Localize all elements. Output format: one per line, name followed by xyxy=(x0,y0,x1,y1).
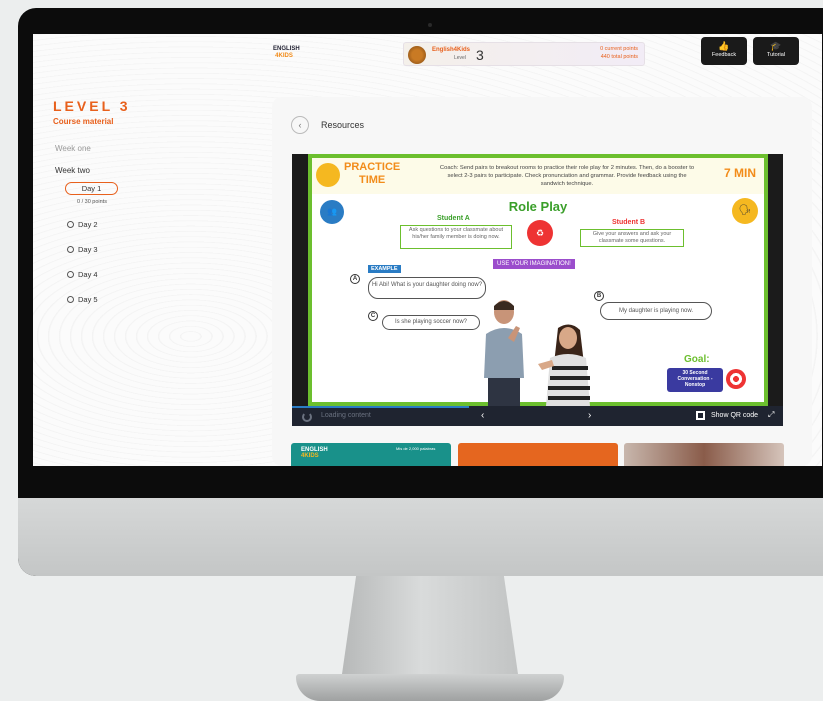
radio-icon xyxy=(67,246,74,253)
monitor-chin xyxy=(18,498,823,576)
expand-icon[interactable]: ⤢ xyxy=(768,410,774,420)
goal-label: Goal: xyxy=(684,354,710,365)
thumbs-up-icon: 👍 xyxy=(718,41,730,51)
chat-icon: ♻ xyxy=(527,220,553,246)
resources-title: Resources xyxy=(321,120,365,130)
day-label: Day 5 xyxy=(78,295,98,304)
camera-dot xyxy=(428,23,432,27)
logo-line1: ENGLISH xyxy=(273,46,300,52)
letter-b: B xyxy=(594,291,604,301)
speech-bubble-a: Hi Abi! What is your daughter doing now? xyxy=(368,277,486,299)
tutorial-label: Tutorial xyxy=(766,52,786,58)
woman-photo xyxy=(538,324,590,406)
slide-viewer: PRACTICE TIME Coach: Send pairs to break… xyxy=(292,154,783,426)
slide-controls: Loading content ‹ › Show QR code ⤢ xyxy=(292,406,783,426)
slide-title: Role Play xyxy=(508,199,568,214)
loading-text: Loading content xyxy=(321,412,371,419)
letter-a: A xyxy=(350,274,360,284)
monitor-stand xyxy=(342,576,518,674)
brand-name: English4Kids xyxy=(432,47,471,53)
level-title: LEVEL 3 xyxy=(53,98,131,114)
points-bar: English4Kids Level 3 0 current points 44… xyxy=(403,42,645,66)
student-a-label: Student A xyxy=(437,215,470,222)
logo[interactable]: ENGLISH 4KIDS xyxy=(273,46,300,60)
speech-bubble-b: My daughter is playing now. xyxy=(600,302,712,320)
student-a-task: Ask questions to your classmate about hi… xyxy=(400,225,512,249)
loading-spinner-icon xyxy=(302,412,312,422)
total-points: 440 total points xyxy=(600,54,638,60)
coach-instructions: Coach: Send pairs to breakout rooms to p… xyxy=(439,165,695,187)
back-button[interactable]: ‹ xyxy=(291,116,309,134)
radio-icon xyxy=(67,221,74,228)
chevron-left-icon: ‹ xyxy=(298,120,302,130)
minutes-label: 7 MIN xyxy=(723,166,756,180)
day-3-item[interactable]: Day 3 xyxy=(67,245,98,254)
day-1-button[interactable]: Day 1 xyxy=(65,182,118,195)
avatar-icon xyxy=(408,46,426,64)
day-label: Day 4 xyxy=(78,270,98,279)
example-tag: EXAMPLE xyxy=(368,265,401,273)
day-label: Day 2 xyxy=(78,220,98,229)
speech-bubble-c: Is she playing soccer now? xyxy=(382,315,480,330)
day-5-item[interactable]: Day 5 xyxy=(67,295,98,304)
resource-thumbnail-3[interactable] xyxy=(624,443,784,466)
radio-icon xyxy=(67,296,74,303)
monitor-base xyxy=(296,674,564,701)
current-points: 0 current points xyxy=(600,46,638,52)
show-qr-code-button[interactable]: Show QR code xyxy=(711,412,758,419)
man-photo xyxy=(484,300,524,406)
graduation-cap-icon: 🎓 xyxy=(770,41,782,51)
week-two-item[interactable]: Week two xyxy=(55,166,90,175)
resource-thumbnail-2[interactable] xyxy=(458,443,618,466)
top-bar: ENGLISH 4KIDS English4Kids Level 3 0 cur… xyxy=(33,34,822,76)
logo-line2: 4KIDS xyxy=(275,53,293,59)
tutorial-button[interactable]: 🎓 Tutorial xyxy=(753,37,799,65)
week-one-item[interactable]: Week one xyxy=(55,144,91,153)
level-number: 3 xyxy=(476,47,484,63)
screen: ENGLISH 4KIDS English4Kids Level 3 0 cur… xyxy=(33,34,822,466)
day-1-points: 0 / 30 points xyxy=(77,199,107,205)
day-4-item[interactable]: Day 4 xyxy=(67,270,98,279)
slide-content: PRACTICE TIME Coach: Send pairs to break… xyxy=(308,154,768,406)
goal-text: 30 Second Conversation - Nonstop xyxy=(667,368,723,392)
megaphone-icon xyxy=(316,163,340,187)
thumbnail-caption: Mis de 2,000 palabras xyxy=(396,446,436,451)
student-b-task: Give your answers and ask your classmate… xyxy=(580,229,684,247)
thumbnail-logo: ENGLISH 4KIDS xyxy=(301,447,328,459)
practice-line2: TIME xyxy=(358,174,386,186)
letter-c: C xyxy=(368,311,378,321)
next-slide-button[interactable]: › xyxy=(588,410,591,421)
day-label: Day 3 xyxy=(78,245,98,254)
practice-time-title: PRACTICE TIME xyxy=(344,161,400,187)
resource-thumbnail-1[interactable]: ENGLISH 4KIDS Mis de 2,000 palabras xyxy=(291,443,451,466)
thumbnail-logo-line2: 4KIDS xyxy=(301,453,319,459)
day-2-item[interactable]: Day 2 xyxy=(67,220,98,229)
target-icon xyxy=(726,369,746,389)
feedback-label: Feedback xyxy=(711,52,737,58)
radio-icon xyxy=(67,271,74,278)
practice-line1: PRACTICE xyxy=(344,161,401,173)
course-material-link[interactable]: Course material xyxy=(53,117,113,126)
student-b-label: Student B xyxy=(612,219,646,226)
qr-code-icon[interactable] xyxy=(696,411,705,420)
progress-bar xyxy=(292,406,469,408)
previous-slide-button[interactable]: ‹ xyxy=(481,410,484,421)
imagination-tag: USE YOUR IMAGINATION! xyxy=(493,259,575,269)
level-label: Level xyxy=(454,55,466,61)
feedback-button[interactable]: 👍 Feedback xyxy=(701,37,747,65)
resources-card: ‹ Resources PRACTICE TIME Coach: Send pa… xyxy=(272,97,812,466)
